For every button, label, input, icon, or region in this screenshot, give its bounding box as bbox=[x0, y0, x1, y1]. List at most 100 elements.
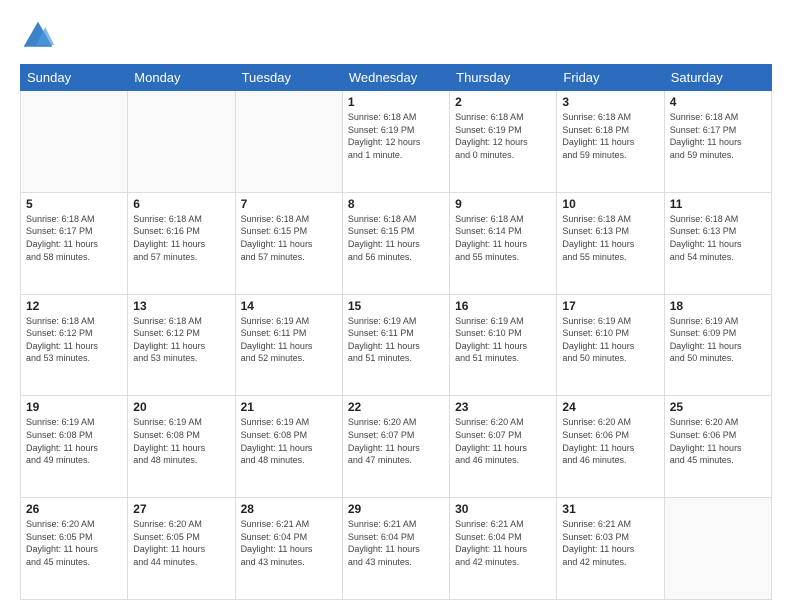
calendar-cell: 30Sunrise: 6:21 AM Sunset: 6:04 PM Dayli… bbox=[450, 498, 557, 600]
day-number: 25 bbox=[670, 400, 766, 414]
day-info: Sunrise: 6:20 AM Sunset: 6:07 PM Dayligh… bbox=[348, 416, 444, 466]
day-info: Sunrise: 6:20 AM Sunset: 6:07 PM Dayligh… bbox=[455, 416, 551, 466]
day-number: 5 bbox=[26, 197, 122, 211]
day-number: 22 bbox=[348, 400, 444, 414]
weekday-header-friday: Friday bbox=[557, 65, 664, 91]
day-info: Sunrise: 6:19 AM Sunset: 6:08 PM Dayligh… bbox=[26, 416, 122, 466]
calendar-cell: 20 Sunrise: 6:19 AM Sunset: 6:08 PM Dayli… bbox=[128, 396, 235, 498]
weekday-header-monday: Monday bbox=[128, 65, 235, 91]
calendar-cell: 13 Sunrise: 6:18 AM Sunset: 6:12 PM Dayli… bbox=[128, 294, 235, 396]
day-number: 19 bbox=[26, 400, 122, 414]
day-number: 13 bbox=[133, 299, 229, 313]
day-number: 11 bbox=[670, 197, 766, 211]
calendar-cell: 19 Sunrise: 6:19 AM Sunset: 6:08 PM Dayli… bbox=[21, 396, 128, 498]
day-number: 16 bbox=[455, 299, 551, 313]
calendar-cell: 26 Sunrise: 6:20 AM Sunset: 6:05 PM Dayli… bbox=[21, 498, 128, 600]
day-number: 12 bbox=[26, 299, 122, 313]
day-number: 8 bbox=[348, 197, 444, 211]
calendar-cell: 24 Sunrise: 6:20 AM Sunset: 6:06 PM Dayli… bbox=[557, 396, 664, 498]
calendar-cell: 22 Sunrise: 6:20 AM Sunset: 6:07 PM Dayli… bbox=[342, 396, 449, 498]
weekday-header-saturday: Saturday bbox=[664, 65, 771, 91]
calendar-cell: 16 Sunrise: 6:19 AM Sunset: 6:10 PM Dayli… bbox=[450, 294, 557, 396]
day-info: Sunrise: 6:19 AM Sunset: 6:10 PM Dayligh… bbox=[562, 315, 658, 365]
day-info: Sunrise: 6:18 AM Sunset: 6:15 PM Dayligh… bbox=[241, 213, 337, 263]
calendar-cell: 15 Sunrise: 6:19 AM Sunset: 6:11 PM Dayli… bbox=[342, 294, 449, 396]
day-info: Sunrise: 6:18 AM Sunset: 6:17 PM Dayligh… bbox=[26, 213, 122, 263]
calendar-cell: 11 Sunrise: 6:18 AM Sunset: 6:13 PM Dayli… bbox=[664, 192, 771, 294]
weekday-header-tuesday: Tuesday bbox=[235, 65, 342, 91]
day-number: 28 bbox=[241, 502, 337, 516]
day-info: Sunrise: 6:19 AM Sunset: 6:09 PM Dayligh… bbox=[670, 315, 766, 365]
day-number: 15 bbox=[348, 299, 444, 313]
calendar-cell: 10 Sunrise: 6:18 AM Sunset: 6:13 PM Dayli… bbox=[557, 192, 664, 294]
day-number: 14 bbox=[241, 299, 337, 313]
day-number: 18 bbox=[670, 299, 766, 313]
weekday-header-row: SundayMondayTuesdayWednesdayThursdayFrid… bbox=[21, 65, 772, 91]
day-info: Sunrise: 6:21 AM Sunset: 6:04 PM Dayligh… bbox=[455, 518, 551, 568]
calendar-week-4: 26 Sunrise: 6:20 AM Sunset: 6:05 PM Dayli… bbox=[21, 498, 772, 600]
calendar-cell: 29Sunrise: 6:21 AM Sunset: 6:04 PM Dayli… bbox=[342, 498, 449, 600]
day-info: Sunrise: 6:18 AM Sunset: 6:15 PM Dayligh… bbox=[348, 213, 444, 263]
day-info: Sunrise: 6:19 AM Sunset: 6:08 PM Dayligh… bbox=[241, 416, 337, 466]
calendar-cell: 6Sunrise: 6:18 AM Sunset: 6:16 PM Daylig… bbox=[128, 192, 235, 294]
weekday-header-wednesday: Wednesday bbox=[342, 65, 449, 91]
page: SundayMondayTuesdayWednesdayThursdayFrid… bbox=[0, 0, 792, 612]
calendar-week-3: 19 Sunrise: 6:19 AM Sunset: 6:08 PM Dayli… bbox=[21, 396, 772, 498]
calendar-cell: 3 Sunrise: 6:18 AM Sunset: 6:18 PM Daylig… bbox=[557, 91, 664, 193]
calendar-cell: 8 Sunrise: 6:18 AM Sunset: 6:15 PM Daylig… bbox=[342, 192, 449, 294]
day-info: Sunrise: 6:19 AM Sunset: 6:08 PM Dayligh… bbox=[133, 416, 229, 466]
day-info: Sunrise: 6:18 AM Sunset: 6:17 PM Dayligh… bbox=[670, 111, 766, 161]
header bbox=[20, 18, 772, 54]
calendar-cell: 27 Sunrise: 6:20 AM Sunset: 6:05 PM Dayli… bbox=[128, 498, 235, 600]
day-number: 31 bbox=[562, 502, 658, 516]
calendar-cell: 23 Sunrise: 6:20 AM Sunset: 6:07 PM Dayli… bbox=[450, 396, 557, 498]
day-info: Sunrise: 6:20 AM Sunset: 6:05 PM Dayligh… bbox=[26, 518, 122, 568]
day-info: Sunrise: 6:18 AM Sunset: 6:19 PM Dayligh… bbox=[348, 111, 444, 161]
calendar-week-0: 1 Sunrise: 6:18 AM Sunset: 6:19 PM Daylig… bbox=[21, 91, 772, 193]
day-number: 26 bbox=[26, 502, 122, 516]
calendar-table: SundayMondayTuesdayWednesdayThursdayFrid… bbox=[20, 64, 772, 600]
day-number: 4 bbox=[670, 95, 766, 109]
day-info: Sunrise: 6:18 AM Sunset: 6:12 PM Dayligh… bbox=[26, 315, 122, 365]
day-info: Sunrise: 6:20 AM Sunset: 6:05 PM Dayligh… bbox=[133, 518, 229, 568]
day-number: 24 bbox=[562, 400, 658, 414]
day-info: Sunrise: 6:20 AM Sunset: 6:06 PM Dayligh… bbox=[562, 416, 658, 466]
day-info: Sunrise: 6:18 AM Sunset: 6:13 PM Dayligh… bbox=[562, 213, 658, 263]
calendar-week-1: 5 Sunrise: 6:18 AM Sunset: 6:17 PM Daylig… bbox=[21, 192, 772, 294]
day-info: Sunrise: 6:19 AM Sunset: 6:11 PM Dayligh… bbox=[348, 315, 444, 365]
day-info: Sunrise: 6:19 AM Sunset: 6:10 PM Dayligh… bbox=[455, 315, 551, 365]
calendar-cell: 25Sunrise: 6:20 AM Sunset: 6:06 PM Dayli… bbox=[664, 396, 771, 498]
day-info: Sunrise: 6:18 AM Sunset: 6:19 PM Dayligh… bbox=[455, 111, 551, 161]
day-number: 9 bbox=[455, 197, 551, 211]
day-info: Sunrise: 6:18 AM Sunset: 6:13 PM Dayligh… bbox=[670, 213, 766, 263]
day-number: 27 bbox=[133, 502, 229, 516]
calendar-cell: 31 Sunrise: 6:21 AM Sunset: 6:03 PM Dayli… bbox=[557, 498, 664, 600]
calendar-cell bbox=[664, 498, 771, 600]
day-info: Sunrise: 6:18 AM Sunset: 6:12 PM Dayligh… bbox=[133, 315, 229, 365]
day-info: Sunrise: 6:18 AM Sunset: 6:16 PM Dayligh… bbox=[133, 213, 229, 263]
calendar-cell: 9 Sunrise: 6:18 AM Sunset: 6:14 PM Daylig… bbox=[450, 192, 557, 294]
logo bbox=[20, 18, 60, 54]
weekday-header-sunday: Sunday bbox=[21, 65, 128, 91]
day-number: 20 bbox=[133, 400, 229, 414]
day-number: 1 bbox=[348, 95, 444, 109]
day-info: Sunrise: 6:19 AM Sunset: 6:11 PM Dayligh… bbox=[241, 315, 337, 365]
day-info: Sunrise: 6:18 AM Sunset: 6:14 PM Dayligh… bbox=[455, 213, 551, 263]
calendar-cell: 5 Sunrise: 6:18 AM Sunset: 6:17 PM Daylig… bbox=[21, 192, 128, 294]
day-number: 23 bbox=[455, 400, 551, 414]
day-number: 10 bbox=[562, 197, 658, 211]
calendar-cell: 4 Sunrise: 6:18 AM Sunset: 6:17 PM Daylig… bbox=[664, 91, 771, 193]
calendar-cell: 1 Sunrise: 6:18 AM Sunset: 6:19 PM Daylig… bbox=[342, 91, 449, 193]
calendar-cell bbox=[128, 91, 235, 193]
day-number: 2 bbox=[455, 95, 551, 109]
calendar-cell: 17Sunrise: 6:19 AM Sunset: 6:10 PM Dayli… bbox=[557, 294, 664, 396]
calendar-cell: 21Sunrise: 6:19 AM Sunset: 6:08 PM Dayli… bbox=[235, 396, 342, 498]
day-number: 3 bbox=[562, 95, 658, 109]
calendar-cell: 14 Sunrise: 6:19 AM Sunset: 6:11 PM Dayli… bbox=[235, 294, 342, 396]
day-info: Sunrise: 6:18 AM Sunset: 6:18 PM Dayligh… bbox=[562, 111, 658, 161]
day-info: Sunrise: 6:21 AM Sunset: 6:04 PM Dayligh… bbox=[241, 518, 337, 568]
calendar-cell bbox=[21, 91, 128, 193]
day-info: Sunrise: 6:21 AM Sunset: 6:03 PM Dayligh… bbox=[562, 518, 658, 568]
calendar-cell: 28 Sunrise: 6:21 AM Sunset: 6:04 PM Dayli… bbox=[235, 498, 342, 600]
logo-icon bbox=[20, 18, 56, 54]
